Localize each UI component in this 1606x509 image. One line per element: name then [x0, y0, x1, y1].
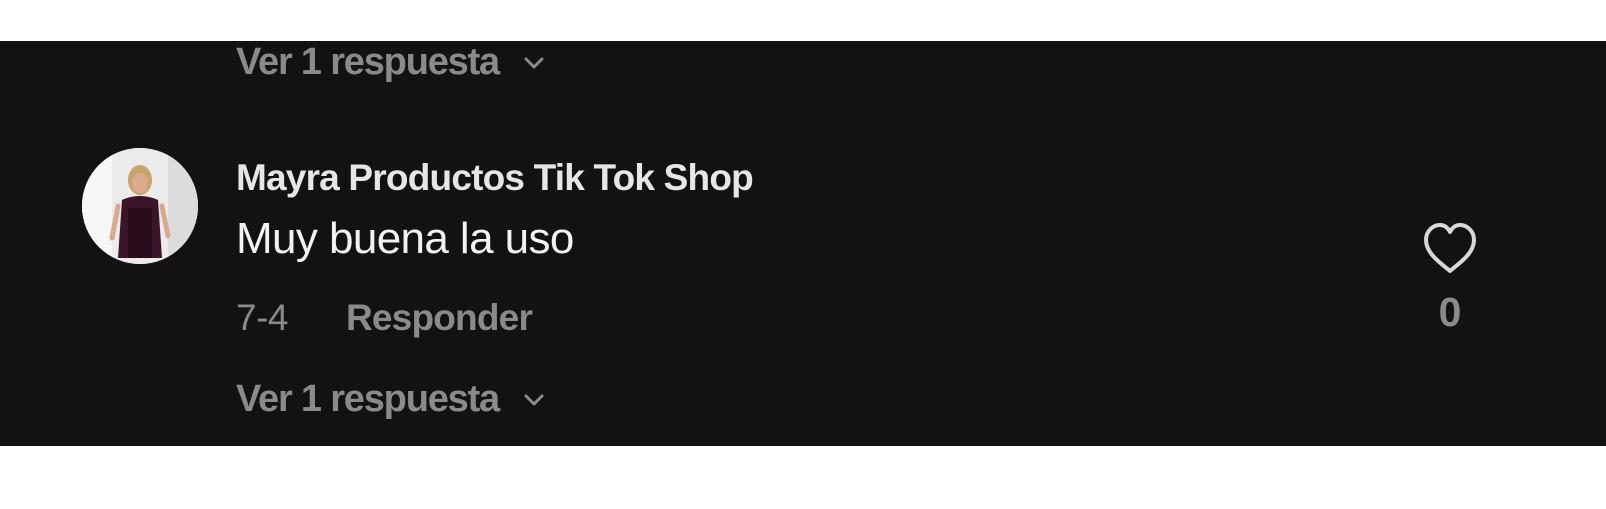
chevron-down-icon [524, 57, 544, 68]
comment-text: Muy buena la uso [236, 214, 574, 263]
comment-author[interactable]: Mayra Productos Tik Tok Shop [236, 157, 754, 199]
avatar[interactable] [82, 148, 198, 264]
view-replies-button[interactable]: Ver 1 respuesta [236, 378, 547, 421]
reply-button[interactable]: Responder [346, 297, 533, 339]
avatar-photo [82, 148, 198, 264]
comment-meta: 7-4 Responder [236, 297, 533, 339]
comment-date: 7-4 [236, 297, 288, 338]
view-replies-label: Ver 1 respuesta [236, 378, 500, 420]
like-count: 0 [1438, 289, 1462, 335]
heart-icon[interactable] [1420, 219, 1480, 279]
view-replies-label: Ver 1 respuesta [236, 41, 500, 83]
comments-panel: Ver 1 respuesta Mayra Productos Tik Tok … [0, 41, 1606, 446]
chevron-down-icon [524, 394, 544, 405]
view-replies-button[interactable]: Ver 1 respuesta [236, 41, 547, 84]
